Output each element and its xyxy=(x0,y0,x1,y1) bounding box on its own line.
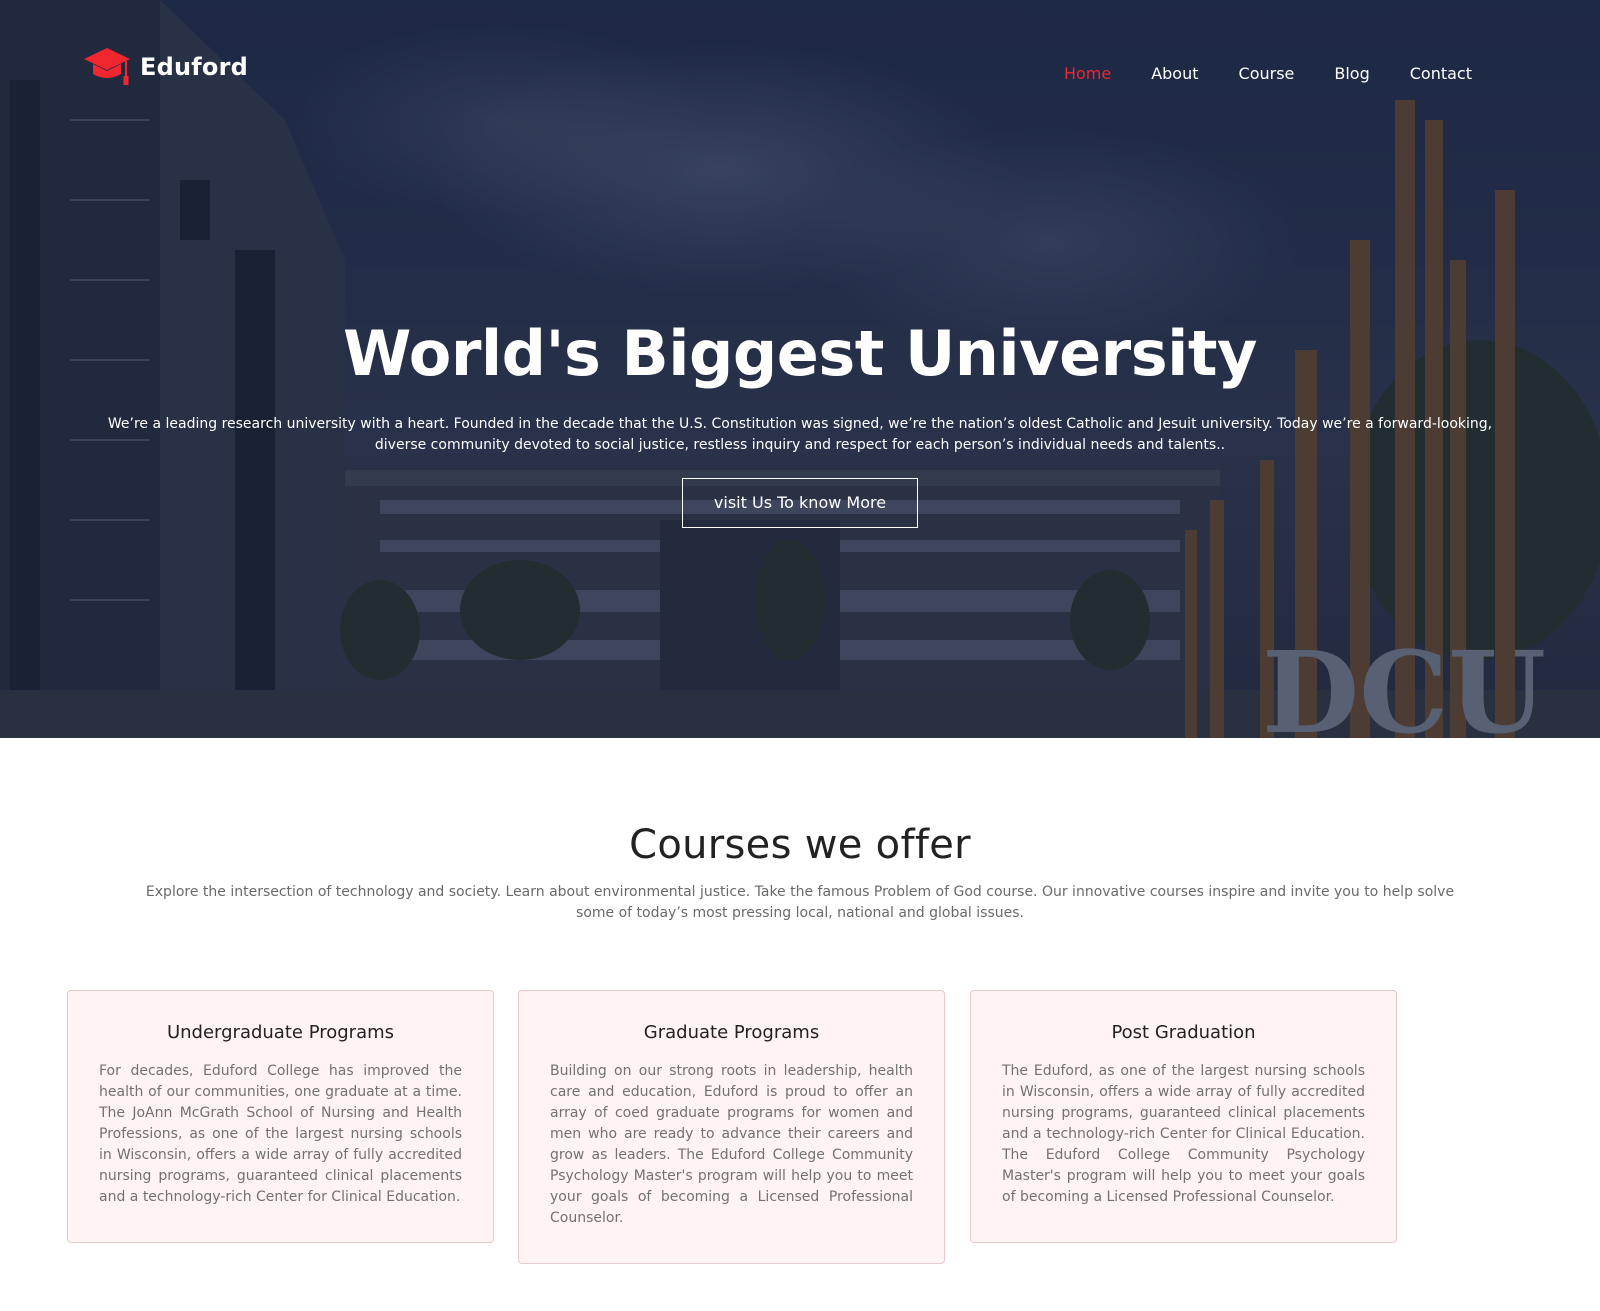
graduation-cap-icon xyxy=(84,48,130,85)
hero-title: World's Biggest University xyxy=(343,317,1257,390)
visit-us-button[interactable]: visit Us To know More xyxy=(682,478,918,528)
course-cards: Undergraduate Programs For decades, Eduf… xyxy=(67,990,1533,1290)
course-card-text: For decades, Eduford College has improve… xyxy=(99,1063,462,1205)
nav-link-course[interactable]: Course xyxy=(1239,64,1295,83)
nav-menu: Home About Course Blog Contact xyxy=(1064,64,1472,83)
hero-section: DCU Eduford Home About Course Blog Conta… xyxy=(0,0,1600,738)
nav-link-contact[interactable]: Contact xyxy=(1410,64,1472,83)
hero-description: We’re a leading research university with… xyxy=(107,416,1493,453)
course-card-graduate[interactable]: Graduate Programs Building on our strong… xyxy=(518,990,945,1264)
nav-link-about[interactable]: About xyxy=(1151,64,1198,83)
course-card-post-graduation[interactable]: Post Graduation The Eduford, as one of t… xyxy=(970,990,1397,1243)
course-card-undergraduate[interactable]: Undergraduate Programs For decades, Eduf… xyxy=(67,990,494,1243)
nav-item-course: Course xyxy=(1239,64,1295,83)
nav-item-home: Home xyxy=(1064,64,1111,83)
courses-subtitle: Explore the intersection of technology a… xyxy=(145,884,1455,921)
course-card-text: The Eduford, as one of the largest nursi… xyxy=(1002,1063,1365,1205)
nav-item-about: About xyxy=(1151,64,1198,83)
nav-link-blog[interactable]: Blog xyxy=(1334,64,1369,83)
nav-item-contact: Contact xyxy=(1410,64,1472,83)
course-card-title: Undergraduate Programs xyxy=(166,1022,395,1043)
course-card-title: Graduate Programs xyxy=(643,1022,820,1043)
brand-logo[interactable]: Eduford xyxy=(82,46,248,88)
course-card-title: Post Graduation xyxy=(1111,1022,1256,1043)
navbar: Eduford Home About Course Blog Contact xyxy=(0,0,1600,130)
hero-content: World's Biggest University We’re a leadi… xyxy=(0,318,1600,528)
courses-section: Courses we offer Explore the intersectio… xyxy=(0,738,1600,1290)
course-card-text: Building on our strong roots in leadersh… xyxy=(550,1063,913,1226)
nav-item-blog: Blog xyxy=(1334,64,1369,83)
courses-title: Courses we offer xyxy=(629,822,971,868)
brand-name: Eduford xyxy=(140,53,249,81)
nav-link-home[interactable]: Home xyxy=(1064,64,1111,83)
